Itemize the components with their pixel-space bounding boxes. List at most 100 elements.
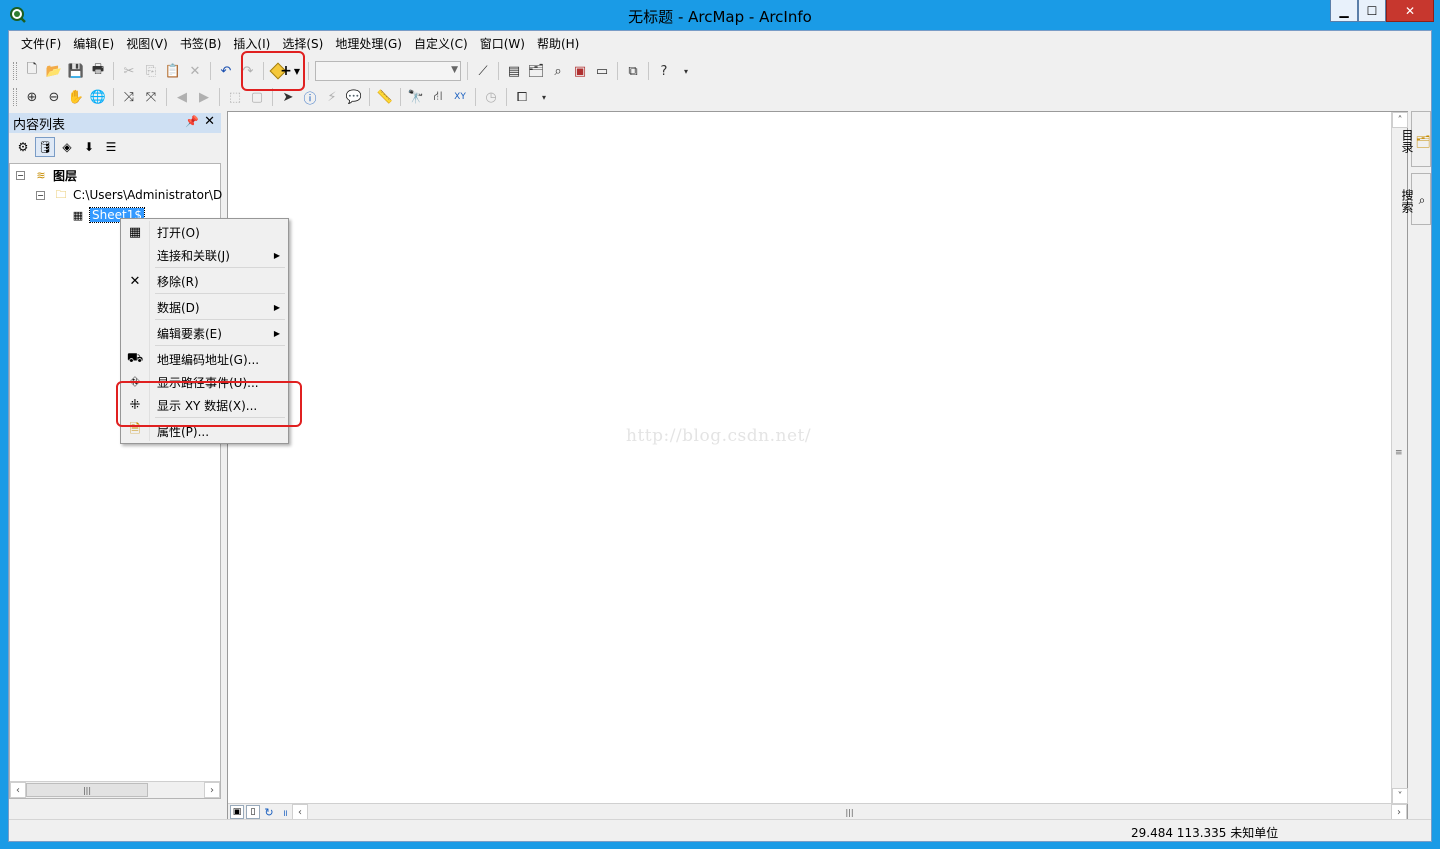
fixed-zoom-in-icon[interactable]: ⤨ xyxy=(118,86,140,108)
close-button[interactable]: ✕ xyxy=(1386,0,1434,22)
scroll-down-icon[interactable]: ˅ xyxy=(1392,788,1408,804)
map-display[interactable]: http://blog.csdn.net/ ˄ ≡ ˅ ▣ ▯ ↻ ॥ ‹ ||… xyxy=(227,111,1408,821)
data-view-icon[interactable]: ▣ xyxy=(230,805,244,819)
list-by-source-icon[interactable]: 🛢 xyxy=(35,137,55,157)
pin-icon[interactable]: 📌 xyxy=(185,115,199,128)
toolbar-overflow-icon[interactable]: ▾ xyxy=(675,60,697,82)
menu-geoprocessing[interactable]: 地理处理(G) xyxy=(329,33,408,55)
options-icon[interactable]: ☰ xyxy=(101,137,121,157)
python-window-icon[interactable]: ▭ xyxy=(591,60,613,82)
menu-file[interactable]: 文件(F) xyxy=(15,33,67,55)
clear-selection-icon[interactable]: ▢ xyxy=(246,86,268,108)
menu-item-data[interactable]: 数据(D) ▶ xyxy=(123,296,286,318)
pause-drawing-icon[interactable]: ॥ xyxy=(278,805,292,819)
menu-item-properties[interactable]: 🗎 属性(P)... xyxy=(123,420,286,442)
menu-view[interactable]: 视图(V) xyxy=(120,33,174,55)
menu-item-remove[interactable]: ✕ 移除(R) xyxy=(123,270,286,292)
menu-item-edit-features[interactable]: 编辑要素(E) ▶ xyxy=(123,322,286,344)
add-data-button[interactable]: + ▼ xyxy=(268,60,304,82)
print-icon[interactable]: 🖶 xyxy=(87,60,109,82)
list-by-selection-icon[interactable]: ⬇ xyxy=(79,137,99,157)
fixed-zoom-out-icon[interactable]: ⤧ xyxy=(140,86,162,108)
collapse-icon[interactable]: − xyxy=(16,170,25,180)
undo-icon[interactable]: ↶ xyxy=(215,60,237,82)
plus-icon: + xyxy=(280,63,292,79)
find-icon[interactable]: 🔭 xyxy=(405,86,427,108)
scroll-right-icon[interactable]: › xyxy=(204,782,220,798)
scroll-up-icon[interactable]: ˄ xyxy=(1392,112,1408,128)
minimize-button[interactable]: ▁ xyxy=(1330,0,1358,22)
collapse-icon[interactable]: − xyxy=(36,190,45,200)
pan-icon[interactable]: ✋ xyxy=(65,86,87,108)
toc-horizontal-scrollbar[interactable]: ‹ ||| › xyxy=(10,781,220,798)
search-window-icon[interactable]: ⌕ xyxy=(547,60,569,82)
paste-icon[interactable]: 📋 xyxy=(162,60,184,82)
refresh-icon[interactable]: ↻ xyxy=(260,805,278,819)
toc-header: 内容列表 📌 ✕ xyxy=(9,113,221,133)
zoom-out-icon[interactable]: ⊖ xyxy=(43,86,65,108)
arctoolbox-icon[interactable]: ▣ xyxy=(569,60,591,82)
go-to-xy-icon[interactable]: XY xyxy=(449,86,471,108)
whats-this-help-icon[interactable]: ? xyxy=(653,60,675,82)
toolbar-overflow-icon[interactable]: ▾ xyxy=(533,86,555,108)
toolbar-separator xyxy=(308,62,309,80)
menu-help[interactable]: 帮助(H) xyxy=(531,33,585,55)
forward-extent-icon[interactable]: ▶ xyxy=(193,86,215,108)
measure-icon[interactable]: 📏 xyxy=(374,86,396,108)
catalog-window-icon[interactable]: 🗂 xyxy=(525,60,547,82)
list-by-drawing-order-icon[interactable]: ⚙ xyxy=(13,137,33,157)
back-extent-icon[interactable]: ◀ xyxy=(171,86,193,108)
html-popup-icon[interactable]: 💬 xyxy=(343,86,365,108)
scroll-thumb[interactable]: ||| xyxy=(26,783,148,797)
cut-icon[interactable]: ✂ xyxy=(118,60,140,82)
redo-icon[interactable]: ↷ xyxy=(237,60,259,82)
menu-item-display-route-events[interactable]: ⛗ 显示路径事件(U)... xyxy=(123,371,286,393)
editor-toolbar-icon[interactable]: ⟋ xyxy=(472,60,494,82)
menu-customize[interactable]: 自定义(C) xyxy=(408,33,474,55)
layout-view-icon[interactable]: ▯ xyxy=(246,805,260,819)
model-builder-icon[interactable]: ⧉ xyxy=(622,60,644,82)
select-features-icon[interactable]: ⬚ xyxy=(224,86,246,108)
menu-edit[interactable]: 编辑(E) xyxy=(67,33,120,55)
tree-row-folder[interactable]: − 🗀 C:\Users\Administrator\D xyxy=(36,186,222,204)
standard-toolbar: 🗋 📂 💾 🖶 ✂ ⎘ 📋 ✕ ↶ ↷ + ▼ ▼ ⟋ ▤ 🗂 ⌕ ▣ ▭ ⧉ … xyxy=(9,58,1431,84)
menu-windows[interactable]: 窗口(W) xyxy=(474,33,531,55)
scroll-left-icon[interactable]: ‹ xyxy=(10,782,26,798)
new-document-icon[interactable]: 🗋 xyxy=(21,60,43,82)
toolbar-grip[interactable] xyxy=(13,88,17,106)
save-icon[interactable]: 💾 xyxy=(65,60,87,82)
menu-item-geocode-addresses[interactable]: ⛟ 地理编码地址(G)... xyxy=(123,348,286,370)
time-slider-icon[interactable]: ◷ xyxy=(480,86,502,108)
menu-item-open[interactable]: ▦ 打开(O) xyxy=(123,221,286,243)
table-of-contents-icon[interactable]: ▤ xyxy=(503,60,525,82)
title-bar[interactable]: 无标题 - ArcMap - ArcInfo ▁ ☐ ✕ xyxy=(0,0,1440,30)
menu-item-display-xy-data[interactable]: ⁜ 显示 XY 数据(X)... xyxy=(123,394,286,416)
catalog-tab[interactable]: 🗂 目录 xyxy=(1400,111,1431,167)
scroll-left-icon[interactable]: ‹ xyxy=(292,804,308,820)
menu-bookmarks[interactable]: 书签(B) xyxy=(174,33,228,55)
search-tab[interactable]: ⌕ 搜索 xyxy=(1400,173,1431,225)
close-icon[interactable]: ✕ xyxy=(204,114,215,129)
select-elements-icon[interactable]: ➤ xyxy=(277,86,299,108)
copy-icon[interactable]: ⎘ xyxy=(140,60,162,82)
zoom-in-icon[interactable]: ⊕ xyxy=(21,86,43,108)
map-scale-combo[interactable]: ▼ xyxy=(315,61,461,81)
list-by-visibility-icon[interactable]: ◈ xyxy=(57,137,77,157)
tree-row-layers[interactable]: − ≋ 图层 xyxy=(16,166,77,184)
menu-insert[interactable]: 插入(I) xyxy=(227,33,276,55)
toolbar-grip[interactable] xyxy=(13,62,17,80)
xy-icon: ⁜ xyxy=(129,397,141,413)
menu-item-joins-relates[interactable]: 连接和关联(J) ▶ xyxy=(123,244,286,266)
identify-icon[interactable]: ⓘ xyxy=(299,86,321,108)
map-vertical-scrollbar[interactable]: ˄ ≡ ˅ xyxy=(1391,112,1408,804)
find-route-icon[interactable]: ⛙ xyxy=(427,86,449,108)
catalog-icon: 🗂 xyxy=(1416,133,1430,149)
maximize-button[interactable]: ☐ xyxy=(1358,0,1386,22)
open-folder-icon[interactable]: 📂 xyxy=(43,60,65,82)
delete-icon[interactable]: ✕ xyxy=(184,60,206,82)
hyperlink-icon[interactable]: ⚡ xyxy=(321,86,343,108)
full-extent-icon[interactable]: 🌐 xyxy=(87,86,109,108)
menu-selection[interactable]: 选择(S) xyxy=(276,33,329,55)
scroll-right-icon[interactable]: › xyxy=(1391,804,1407,820)
viewer-window-icon[interactable]: ⧠ xyxy=(511,86,533,108)
